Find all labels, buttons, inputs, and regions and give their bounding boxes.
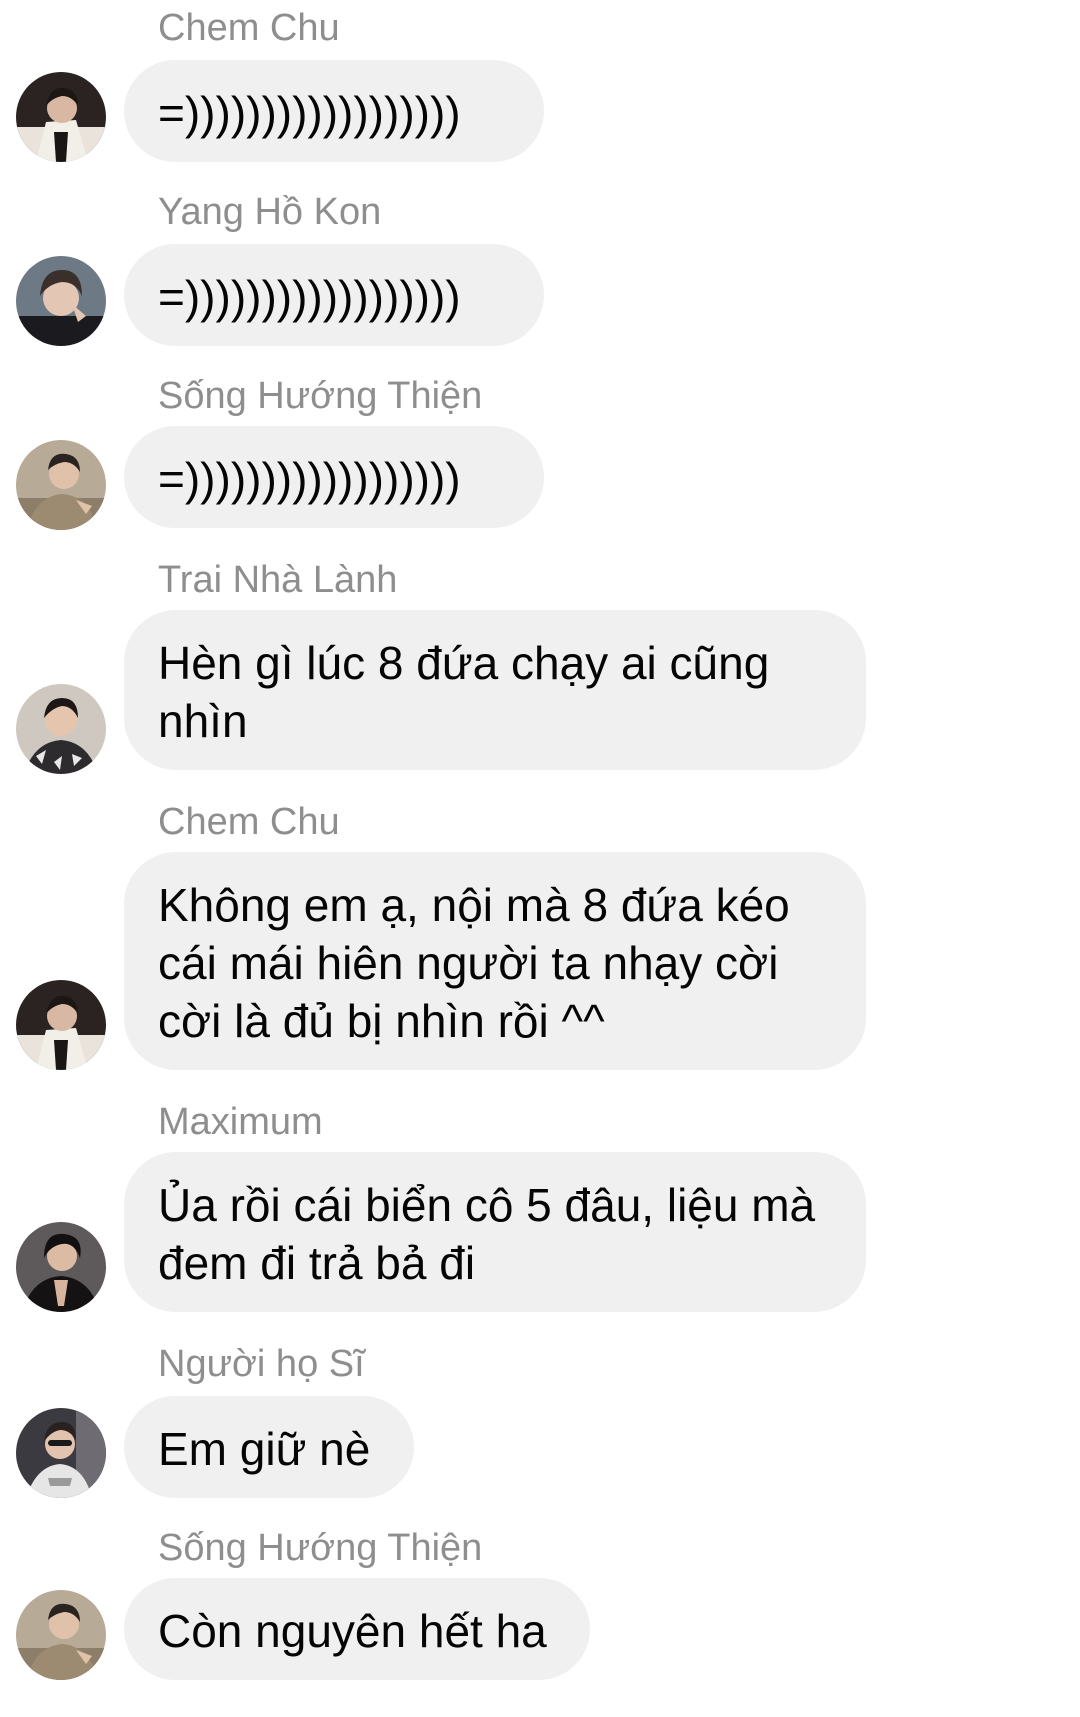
sender-name[interactable]: Trai Nhà Lành xyxy=(158,558,397,602)
sender-name[interactable]: Chem Chu xyxy=(158,800,340,844)
sender-name[interactable]: Sống Hướng Thiện xyxy=(158,374,482,418)
avatar-photo-icon[interactable] xyxy=(16,256,106,346)
message-bubble[interactable]: =)))))))))))))))))) xyxy=(124,60,544,162)
sender-name[interactable]: Sống Hướng Thiện xyxy=(158,1526,482,1570)
sender-name[interactable]: Maximum xyxy=(158,1100,323,1144)
avatar-photo-icon[interactable] xyxy=(16,1408,106,1498)
message-bubble[interactable]: Ủa rồi cái biển cô 5 đâu, liệu mà đem đi… xyxy=(124,1152,866,1312)
message-bubble[interactable]: Không em ạ, nội mà 8 đứa kéo cái mái hiê… xyxy=(124,852,866,1070)
avatar-photo-icon[interactable] xyxy=(16,684,106,774)
avatar-photo-icon[interactable] xyxy=(16,72,106,162)
avatar-photo-icon[interactable] xyxy=(16,980,106,1070)
sender-name[interactable]: Yang Hồ Kon xyxy=(158,190,381,234)
avatar-photo-icon[interactable] xyxy=(16,1222,106,1312)
sender-name[interactable]: Chem Chu xyxy=(158,6,340,50)
message-bubble[interactable]: Em giữ nè xyxy=(124,1396,414,1498)
message-bubble[interactable]: Hèn gì lúc 8 đứa chạy ai cũng nhìn xyxy=(124,610,866,770)
sender-name[interactable]: Người họ Sĩ xyxy=(158,1342,365,1386)
message-bubble[interactable]: =)))))))))))))))))) xyxy=(124,426,544,528)
avatar-photo-icon[interactable] xyxy=(16,1590,106,1680)
avatar-photo-icon[interactable] xyxy=(16,440,106,530)
message-bubble[interactable]: Còn nguyên hết ha xyxy=(124,1578,590,1680)
message-bubble[interactable]: =)))))))))))))))))) xyxy=(124,244,544,346)
